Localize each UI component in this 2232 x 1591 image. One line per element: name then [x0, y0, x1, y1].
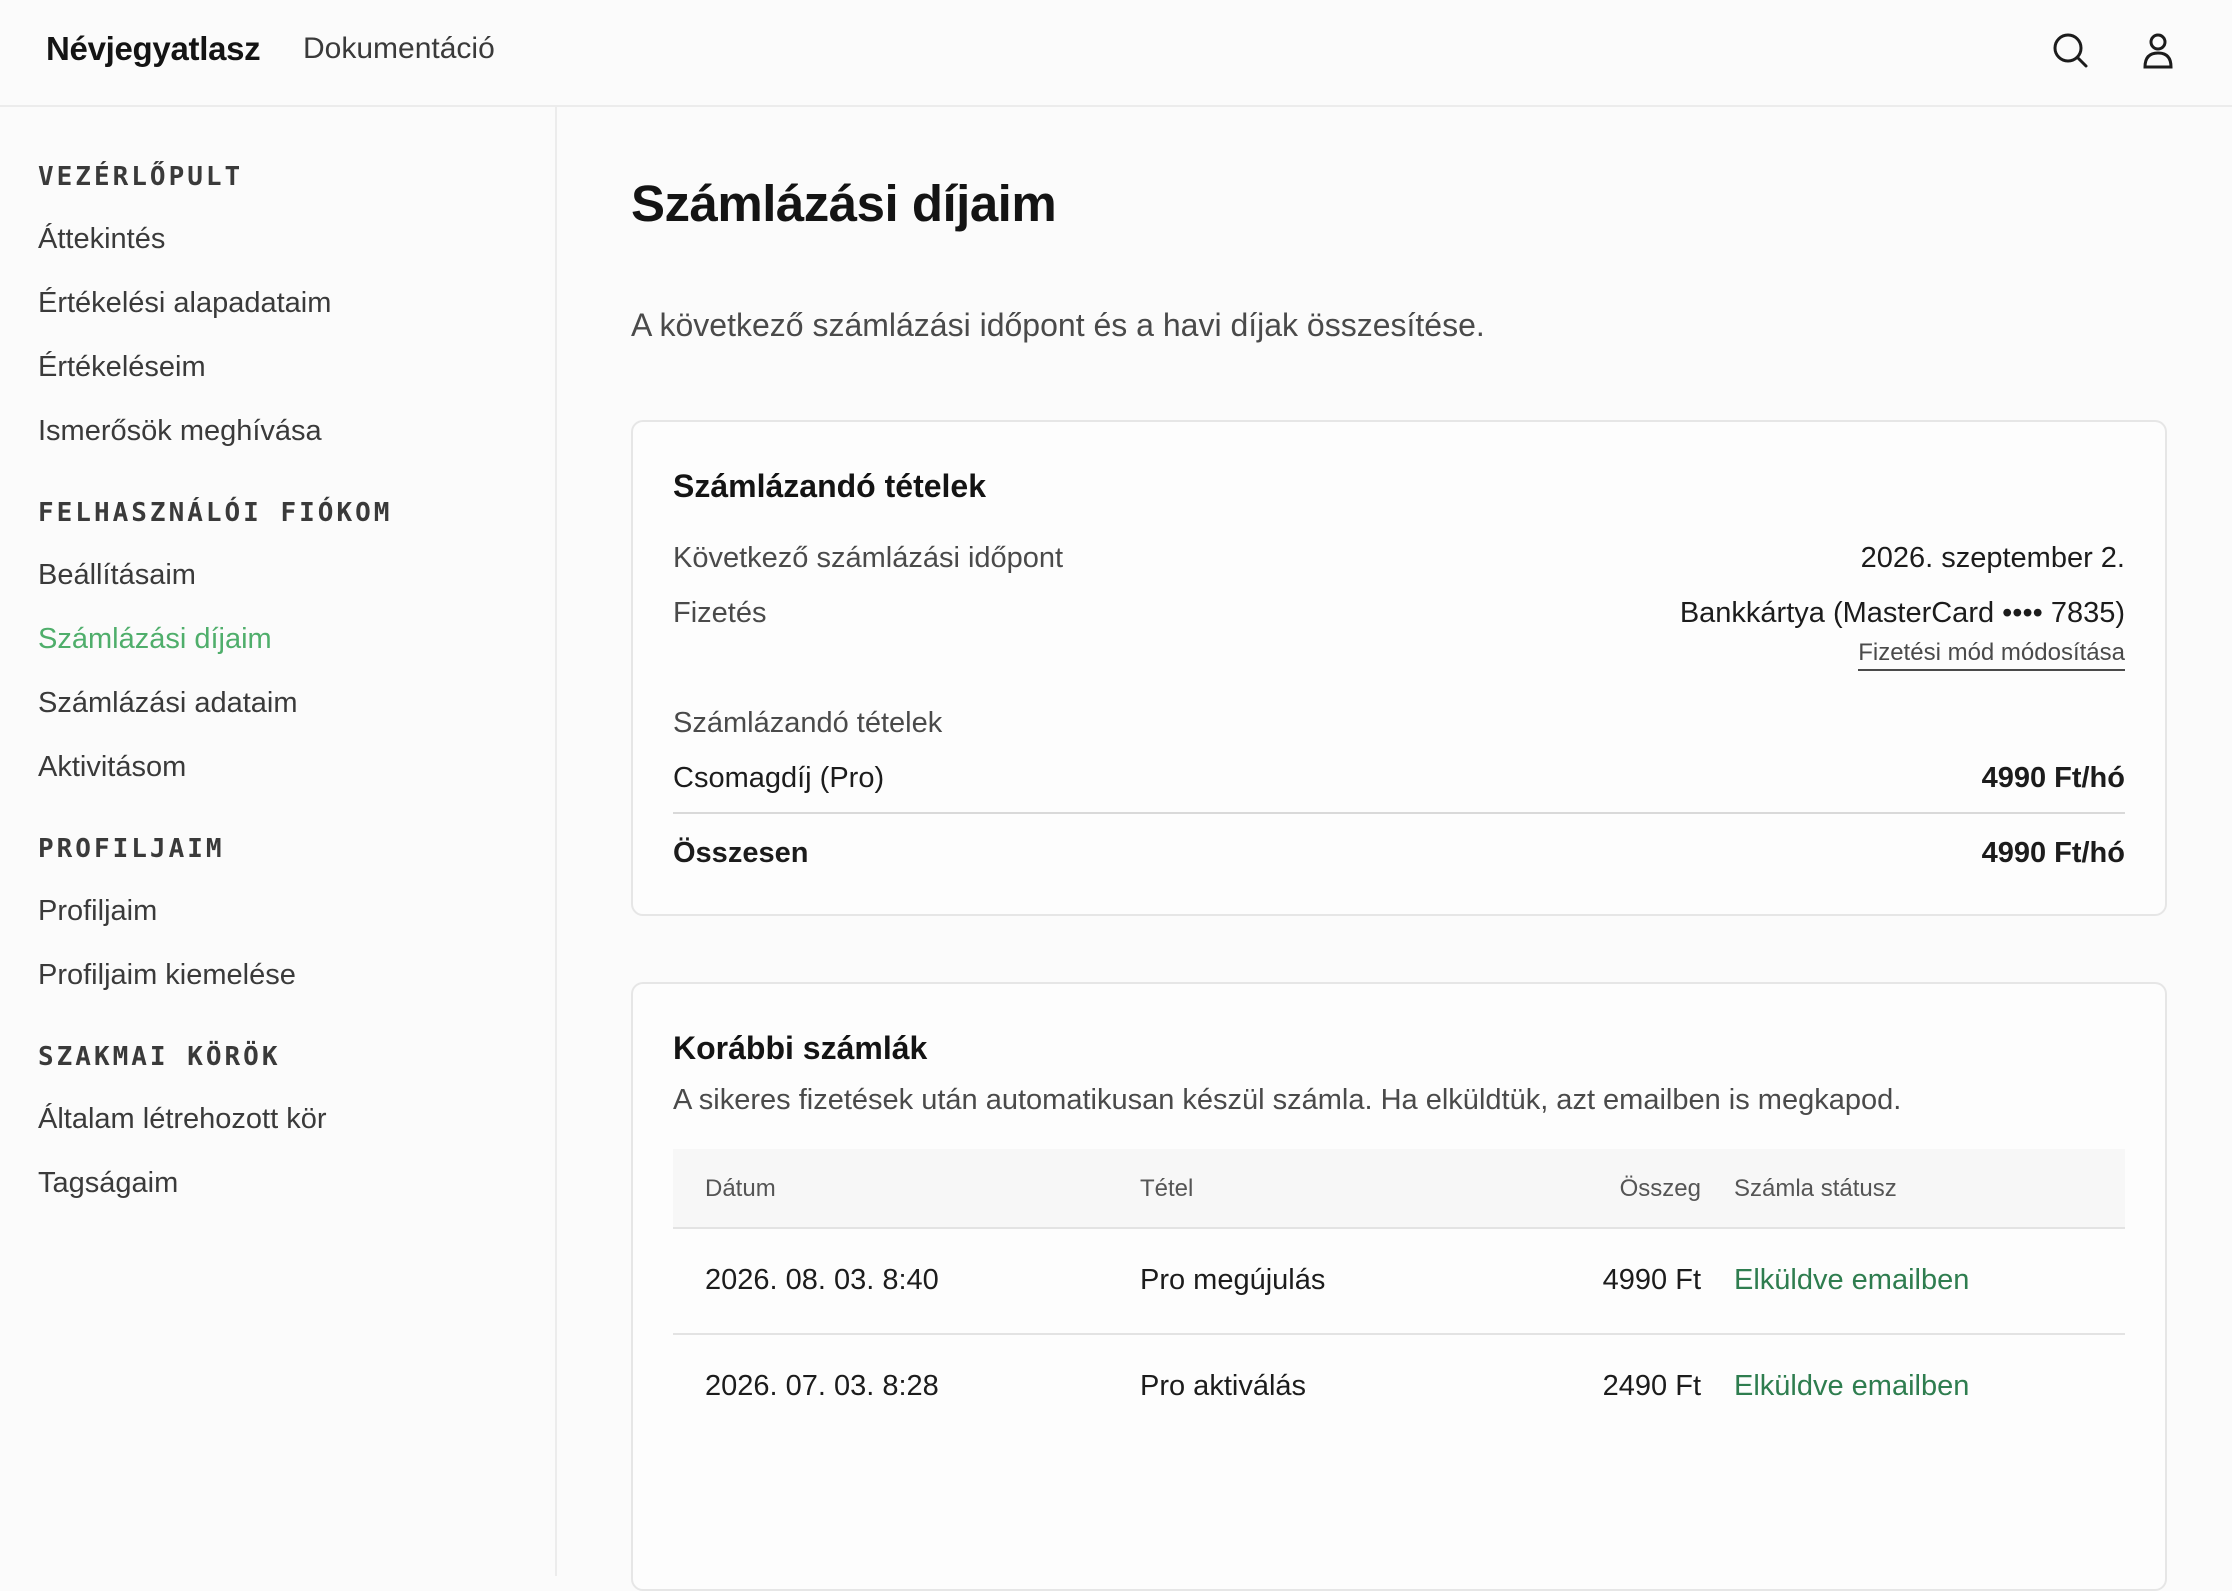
- previous-invoices-card: Korábbi számlák A sikeres fizetések után…: [631, 982, 2167, 1591]
- total-value: 4990 Ft/hó: [1981, 837, 2125, 869]
- invoices-table-header: Dátum Tétel Összeg Számla státusz: [673, 1149, 2125, 1229]
- billing-card-title: Számlázandó tételek: [673, 468, 986, 504]
- sidebar-item-settings[interactable]: Beállításaim: [38, 559, 196, 592]
- sidebar-item-billing-fees[interactable]: Számlázási díjaim: [38, 623, 272, 656]
- invoice-date: 2026. 07. 03. 8:28: [705, 1370, 939, 1402]
- invoices-card-title: Korábbi számlák: [673, 1030, 928, 1066]
- sidebar-item-profile-highlight[interactable]: Profiljaim kiemelése: [38, 959, 296, 992]
- total-divider: [673, 812, 2125, 814]
- invoice-amount: 4990 Ft: [1602, 1264, 1701, 1296]
- sidebar-section-profiles: PROFILJAIM: [38, 834, 225, 864]
- invoice-item: Pro aktiválás: [1140, 1370, 1307, 1402]
- change-payment-method-link[interactable]: Fizetési mód módosítása: [1858, 639, 2125, 671]
- column-header-invoice-status: Számla státusz: [1734, 1175, 1897, 1202]
- package-fee-label: Csomagdíj (Pro): [673, 762, 885, 794]
- package-fee-value: 4990 Ft/hó: [1981, 762, 2125, 794]
- sidebar-item-billing-data[interactable]: Számlázási adataim: [38, 687, 298, 720]
- payment-label: Fizetés: [673, 597, 767, 629]
- invoice-item: Pro megújulás: [1140, 1264, 1326, 1296]
- sidebar-item-memberships[interactable]: Tagságaim: [38, 1167, 178, 1200]
- next-billing-value: 2026. szeptember 2.: [1860, 542, 2125, 574]
- sidebar-item-my-circles[interactable]: Általam létrehozott kör: [38, 1103, 327, 1136]
- column-header-amount: Összeg: [1619, 1175, 1701, 1202]
- invoices-description: A sikeres fizetések után automatikusan k…: [673, 1084, 1902, 1116]
- invoice-amount: 2490 Ft: [1602, 1370, 1701, 1402]
- table-row: 2026. 08. 03. 8:40 Pro megújulás 4990 Ft…: [673, 1229, 2125, 1335]
- billing-items-card: Számlázandó tételek Következő számlázási…: [631, 420, 2167, 916]
- column-header-item: Tétel: [1140, 1175, 1194, 1202]
- main-content: Számlázási díjaim A következő számlázási…: [559, 107, 2232, 1591]
- column-header-date: Dátum: [705, 1175, 776, 1202]
- table-row: 2026. 07. 03. 8:28 Pro aktiválás 2490 Ft…: [673, 1335, 2125, 1441]
- sidebar-section-professional-circles: SZAKMAI KÖRÖK: [38, 1042, 281, 1072]
- sidebar-section-account: FELHASZNÁLÓI FIÓKOM: [38, 498, 393, 528]
- documentation-link[interactable]: Dokumentáció: [303, 32, 495, 66]
- sidebar-section-dashboard: VEZÉRLŐPULT: [38, 162, 244, 192]
- invoice-date: 2026. 08. 03. 8:40: [705, 1264, 939, 1296]
- search-icon[interactable]: [2048, 28, 2092, 72]
- payment-method-value: Bankkártya (MasterCard •••• 7835): [1679, 597, 2125, 629]
- invoice-status-link[interactable]: Elküldve emailben: [1734, 1264, 1969, 1297]
- sidebar-item-overview[interactable]: Áttekintés: [38, 223, 165, 256]
- total-label: Összesen: [673, 837, 809, 869]
- sidebar: VEZÉRLŐPULT Áttekintés Értékelési alapad…: [0, 107, 557, 1576]
- billable-items-label: Számlázandó tételek: [673, 707, 943, 739]
- invoice-status-link[interactable]: Elküldve emailben: [1734, 1370, 1969, 1403]
- sidebar-item-rating-basics[interactable]: Értékelési alapadataim: [38, 287, 331, 320]
- sidebar-item-profiles[interactable]: Profiljaim: [38, 895, 157, 928]
- brand-logo[interactable]: Névjegyatlasz: [46, 30, 261, 68]
- top-navigation-bar: Névjegyatlasz Dokumentáció: [0, 0, 2232, 107]
- sidebar-item-ratings[interactable]: Értékeléseim: [38, 351, 206, 384]
- user-icon[interactable]: [2136, 28, 2180, 72]
- sidebar-item-activity[interactable]: Aktivitásom: [38, 751, 186, 784]
- page-description: A következő számlázási időpont és a havi…: [631, 307, 1485, 343]
- sidebar-item-invite-friends[interactable]: Ismerősök meghívása: [38, 415, 322, 448]
- page-title: Számlázási díjaim: [631, 175, 1057, 232]
- next-billing-label: Következő számlázási időpont: [673, 542, 1064, 574]
